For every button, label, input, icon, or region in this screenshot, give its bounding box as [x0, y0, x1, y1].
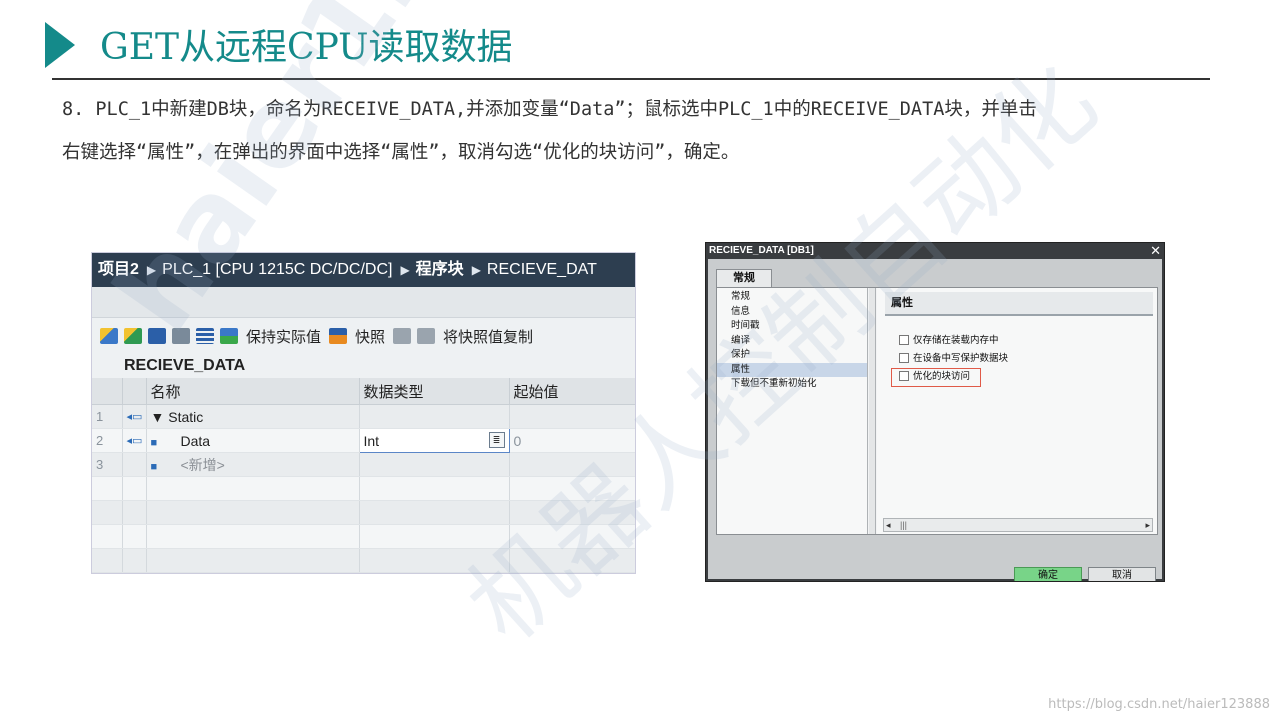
checkbox[interactable]: [899, 353, 909, 364]
datatype-value: Int: [363, 432, 380, 449]
interface-icon: ◂▭: [122, 428, 147, 453]
db-variable-table: 名称 数据类型 起始值 1 ◂▭ ▼ Static 2 ◂▭ ■ Data In…: [92, 378, 635, 573]
nav-item-timestamp[interactable]: 时间戳: [717, 319, 867, 334]
interface-icon: ◂▭: [122, 404, 147, 429]
copy-to-start-icon[interactable]: [393, 328, 412, 344]
step-line-1: 8. PLC_1中新建DB块，命名为RECEIVE_DATA,并添加变量“Dat…: [62, 99, 1037, 120]
editor-toolbar: 保持实际值 快照 将快照值复制: [92, 318, 635, 354]
close-icon[interactable]: ✕: [1150, 243, 1161, 259]
table-row-empty: [92, 524, 635, 549]
list-picker-icon[interactable]: ≣: [488, 432, 505, 448]
section-title: 属性: [885, 292, 1153, 316]
variable-name: Static: [168, 408, 204, 425]
start-value-cell[interactable]: [509, 404, 635, 429]
column-start-value[interactable]: 起始值: [509, 378, 635, 405]
title-divider: [52, 78, 1210, 80]
variable-name: Data: [180, 432, 211, 449]
row-number: 1: [92, 404, 123, 429]
nav-item-general[interactable]: 常规: [717, 290, 867, 305]
step-line-2: 右键选择“属性”，在弹出的界面中选择“属性”，取消勾选“优化的块访问”，确定。: [62, 142, 740, 163]
chevron-right-icon: ▶: [146, 263, 157, 277]
start-value-cell[interactable]: 0: [509, 428, 635, 453]
chevron-right-icon: ▶: [400, 263, 410, 277]
table-row-empty: [92, 500, 635, 525]
snapshot-button[interactable]: 快照: [355, 326, 385, 347]
dialog-nav: 常规 信息 时间戳 编译 保护 属性 下载但不重新初始化: [717, 288, 868, 534]
title-arrow-icon: [45, 22, 75, 68]
breadcrumb: 项目2 ▶ PLC_1 [CPU 1215C DC/DC/DC] ▶ 程序块 ▶ RECIE…: [92, 253, 635, 287]
chevron-right-icon: ▶: [471, 263, 481, 277]
datatype-cell[interactable]: [359, 452, 510, 477]
dialog-title: RECIEVE_DATA [DB1]: [709, 245, 814, 256]
variable-name-cell[interactable]: ▼ Static: [146, 404, 360, 429]
datatype-cell[interactable]: Int ≣: [358, 428, 510, 453]
breadcrumb-blocks[interactable]: 程序块: [416, 261, 464, 278]
table-row-empty: [92, 476, 635, 501]
editor-header-area: [92, 287, 635, 318]
ok-button[interactable]: 确定: [1014, 567, 1082, 581]
column-name[interactable]: 名称: [146, 378, 360, 405]
highlight-box: [891, 368, 981, 387]
dialog-panel: 常规 信息 时间戳 编译 保护 属性 下载但不重新初始化 属性 仅存储在装载内存…: [716, 287, 1158, 535]
column-datatype[interactable]: 数据类型: [359, 378, 510, 405]
copy-snapshot-icon[interactable]: [417, 328, 436, 344]
row-number: 2: [92, 428, 123, 453]
slide-title: GET从远程CPU读取数据: [100, 27, 513, 68]
variable-bullet-icon: ■: [150, 460, 158, 473]
tab-general[interactable]: 常规: [716, 269, 772, 287]
table-row-empty: [92, 548, 635, 573]
scroll-thumb[interactable]: |||: [900, 519, 907, 531]
tia-db-editor: 项目2 ▶ PLC_1 [CPU 1215C DC/DC/DC] ▶ 程序块 ▶ RECIE…: [91, 252, 636, 574]
option-load-memory-only[interactable]: 仅存储在装载内存中: [899, 332, 999, 346]
scroll-right-icon[interactable]: ▸: [1145, 519, 1150, 531]
panel-splitter[interactable]: [869, 288, 876, 534]
add-new-placeholder[interactable]: <新增>: [181, 457, 225, 473]
breadcrumb-db[interactable]: RECIEVE_DAT: [487, 261, 597, 278]
dialog-content: 属性 仅存储在装载内存中 在设备中写保护数据块 优化的块访问 ◂ ||| ▸: [877, 288, 1157, 534]
nav-item-compile[interactable]: 编译: [717, 334, 867, 349]
nav-item-attributes[interactable]: 属性: [717, 362, 867, 377]
edit-icon[interactable]: [172, 328, 190, 344]
table-row[interactable]: 1 ◂▭ ▼ Static: [92, 404, 635, 429]
table-row[interactable]: 3 ■ <新增>: [92, 452, 635, 477]
properties-dialog: RECIEVE_DATA [DB1] ✕ 常规 常规 信息 时间戳 编译 保护 …: [705, 242, 1165, 582]
table-header-row: 名称 数据类型 起始值: [92, 378, 635, 405]
datatype-cell[interactable]: [359, 404, 510, 429]
option-write-protect[interactable]: 在设备中写保护数据块: [899, 350, 1008, 364]
row-number: 3: [92, 452, 123, 477]
dialog-titlebar: RECIEVE_DATA [DB1] ✕: [706, 243, 1164, 259]
breadcrumb-plc[interactable]: PLC_1 [CPU 1215C DC/DC/DC]: [162, 261, 392, 278]
table-row[interactable]: 2 ◂▭ ■ Data Int ≣ 0: [92, 428, 635, 453]
cancel-button[interactable]: 取消: [1088, 567, 1156, 581]
start-value-cell[interactable]: [509, 452, 635, 477]
option-label: 仅存储在装载内存中: [913, 335, 999, 346]
snapshot-icon[interactable]: [329, 328, 348, 344]
nav-item-info[interactable]: 信息: [717, 305, 867, 320]
nav-item-protection[interactable]: 保护: [717, 348, 867, 363]
keep-actual-values-button[interactable]: 保持实际值: [246, 326, 321, 347]
db-block-name: RECIEVE_DATA: [92, 354, 635, 378]
copy-snapshot-button[interactable]: 将快照值复制: [443, 326, 533, 347]
monitor-icon[interactable]: [148, 328, 166, 344]
insert-row-icon[interactable]: [100, 328, 118, 344]
variable-bullet-icon: ■: [150, 436, 158, 449]
compare-icon[interactable]: [220, 328, 238, 344]
scroll-left-icon[interactable]: ◂: [886, 519, 891, 531]
add-row-icon[interactable]: [124, 328, 142, 344]
option-label: 在设备中写保护数据块: [913, 353, 1009, 364]
footer-url: https://blog.csdn.net/haier123888: [1048, 697, 1270, 712]
step-description: 8. PLC_1中新建DB块，命名为RECEIVE_DATA,并添加变量“Dat…: [62, 88, 1242, 174]
variable-name-cell[interactable]: ■ <新增>: [146, 452, 360, 477]
nav-item-download-without-reinit[interactable]: 下载但不重新初始化: [717, 377, 867, 392]
list-view-icon[interactable]: [196, 328, 214, 344]
checkbox[interactable]: [899, 335, 909, 346]
horizontal-scrollbar[interactable]: ◂ ||| ▸: [883, 518, 1153, 532]
dialog-body: 常规 常规 信息 时间戳 编译 保护 属性 下载但不重新初始化 属性 仅存储在装…: [708, 259, 1162, 581]
breadcrumb-project[interactable]: 项目2: [98, 261, 139, 278]
variable-name-cell[interactable]: ■ Data: [146, 428, 360, 453]
collapse-triangle-icon[interactable]: ▼: [151, 409, 165, 425]
